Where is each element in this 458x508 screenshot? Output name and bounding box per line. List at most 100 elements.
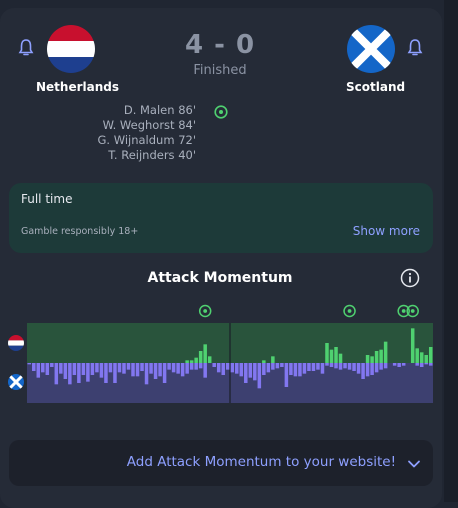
away-momentum-bar	[257, 363, 262, 389]
away-momentum-bar	[153, 363, 158, 379]
scorer-item: G. Wijnaldum 72'	[97, 133, 196, 147]
netherlands-mini-flag-icon	[8, 335, 24, 351]
home-momentum-bar	[203, 344, 207, 363]
away-momentum-bar	[280, 363, 284, 367]
home-momentum-bar	[207, 356, 212, 363]
notify-away-bell-icon[interactable]	[406, 38, 424, 58]
home-momentum-bar	[189, 360, 194, 363]
away-momentum-bar	[117, 363, 122, 373]
full-time-panel: Full time Gamble responsibly 18+ Show mo…	[9, 183, 433, 253]
away-momentum-bar	[32, 363, 36, 371]
away-momentum-bar	[225, 363, 230, 370]
add-widget-bar[interactable]: Add Attack Momentum to your website!	[9, 440, 433, 486]
away-momentum-bar	[27, 363, 32, 365]
scotland-flag-icon	[347, 25, 395, 73]
attack-momentum-title: Attack Momentum	[147, 270, 293, 286]
away-momentum-bar	[311, 363, 316, 371]
info-icon[interactable]	[400, 268, 420, 288]
away-momentum-bar	[158, 363, 162, 377]
away-momentum-bar	[162, 363, 167, 383]
away-momentum-bar	[113, 363, 117, 383]
away-momentum-bar	[198, 363, 203, 369]
goal-ball-icon	[343, 304, 356, 318]
match-score: 4 - 0	[184, 30, 256, 60]
away-momentum-bar	[216, 363, 221, 373]
goal-scorers-list: D. Malen 86' W. Weghorst 84' G. Wijnaldu…	[60, 103, 196, 163]
show-more-link[interactable]: Show more	[353, 224, 420, 238]
away-momentum-bar	[266, 363, 271, 373]
away-momentum-bar	[356, 363, 361, 374]
away-momentum-bar	[212, 363, 216, 367]
chevron-down-icon[interactable]	[407, 456, 421, 470]
away-momentum-bar	[343, 363, 347, 369]
home-team-name[interactable]: Netherlands	[36, 80, 119, 94]
home-momentum-bar	[198, 351, 203, 363]
away-momentum-bar	[149, 363, 153, 374]
away-momentum-bar	[293, 363, 298, 377]
away-momentum-bar	[325, 363, 329, 366]
away-momentum-bar	[86, 363, 90, 382]
away-momentum-bar	[54, 363, 59, 385]
notify-home-bell-icon[interactable]	[17, 38, 35, 58]
scorer-item: W. Weghorst 84'	[102, 118, 196, 132]
away-momentum-bar	[90, 363, 95, 375]
away-momentum-bar	[397, 363, 401, 367]
away-momentum-bar	[239, 363, 244, 377]
away-momentum-bar	[424, 363, 428, 365]
scrollbar-track[interactable]	[444, 0, 458, 502]
away-momentum-bar	[72, 363, 77, 375]
home-momentum-bar	[379, 349, 383, 363]
away-momentum-bar	[275, 363, 280, 369]
away-momentum-bar	[194, 363, 198, 370]
home-momentum-bar	[334, 347, 338, 363]
away-momentum-bar	[59, 363, 63, 374]
away-momentum-bar	[180, 363, 185, 377]
away-momentum-bar	[271, 363, 275, 370]
gamble-responsibly-text: Gamble responsibly 18+	[21, 226, 139, 237]
away-momentum-bar	[298, 363, 302, 377]
away-momentum-bar	[171, 363, 176, 373]
away-momentum-bar	[50, 363, 54, 367]
away-momentum-bar	[189, 363, 194, 370]
away-momentum-bar	[140, 363, 144, 371]
home-momentum-bar	[329, 349, 334, 363]
home-momentum-bar	[383, 341, 388, 363]
home-momentum-bar	[262, 360, 266, 363]
away-momentum-bar	[352, 363, 356, 371]
away-momentum-bar	[316, 363, 320, 370]
away-momentum-bar	[36, 363, 41, 378]
away-momentum-bar	[374, 363, 379, 373]
away-momentum-bar	[370, 363, 374, 375]
away-momentum-bar	[68, 363, 72, 385]
away-momentum-bar	[284, 363, 289, 387]
away-momentum-bar	[122, 363, 126, 374]
scorer-item: D. Malen 86'	[123, 103, 196, 117]
away-momentum-bar	[289, 363, 293, 375]
home-momentum-bar	[415, 348, 419, 363]
home-momentum-bar	[428, 347, 433, 363]
netherlands-flag-icon	[47, 25, 95, 73]
away-momentum-bar	[338, 363, 343, 370]
away-momentum-bar	[307, 363, 311, 371]
away-momentum-bar	[361, 363, 365, 379]
away-momentum-bar	[320, 363, 325, 374]
away-momentum-bar	[104, 363, 108, 383]
home-momentum-bar	[419, 352, 424, 363]
home-momentum-bar	[424, 355, 428, 363]
home-momentum-bar	[271, 356, 275, 363]
match-status: Finished	[193, 63, 247, 78]
scorer-item: T. Reijnders 40'	[108, 148, 196, 162]
home-momentum-bar	[374, 351, 379, 363]
away-momentum-bar	[302, 363, 307, 374]
goal-ball-icon	[214, 104, 228, 119]
home-momentum-bar	[370, 356, 374, 363]
add-widget-link[interactable]: Add Attack Momentum to your website!	[127, 454, 396, 470]
away-momentum-bar	[131, 363, 135, 377]
away-momentum-bar	[41, 363, 45, 373]
away-momentum-bar	[176, 363, 180, 374]
home-momentum-bar	[194, 357, 198, 363]
home-momentum-bar	[365, 355, 370, 363]
away-momentum-bar	[419, 363, 424, 367]
away-team-name[interactable]: Scotland	[346, 80, 405, 94]
away-momentum-bar	[334, 363, 338, 369]
